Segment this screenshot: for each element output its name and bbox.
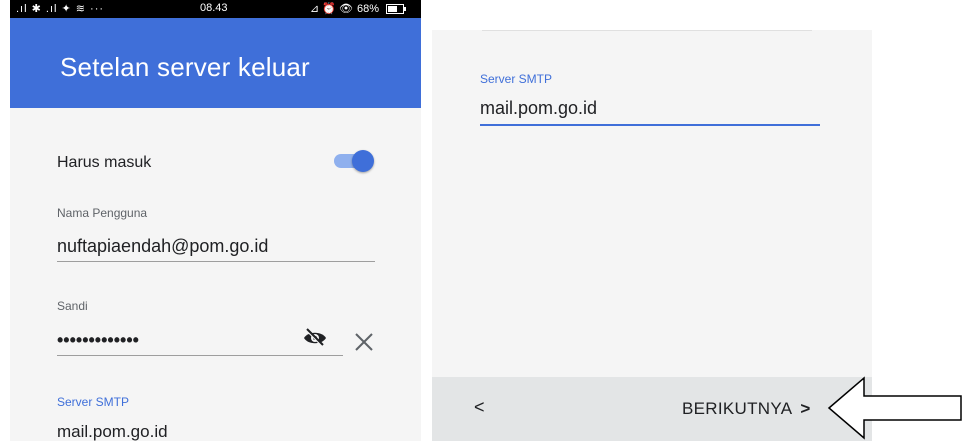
divider <box>482 30 812 31</box>
smtp-server-field[interactable]: mail.pom.go.id <box>57 422 168 441</box>
password-label: Sandi <box>57 299 88 313</box>
smtp-server-label: Server SMTP <box>57 395 130 409</box>
sign-in-required-row[interactable]: Harus masuk <box>10 140 421 180</box>
next-button[interactable]: BERIKUTNYA > <box>682 399 811 419</box>
status-right-indicators: ⊿ ⏰ 👁 68% <box>310 2 407 15</box>
username-label: Nama Pengguna <box>57 206 148 220</box>
back-button[interactable]: < <box>474 397 485 418</box>
bottom-navigation-bar: < BERIKUTNYA > <box>432 377 872 441</box>
toggle-thumb <box>352 150 374 172</box>
status-system-icons: ⊿ ⏰ 👁 <box>310 3 353 15</box>
close-icon[interactable] <box>353 331 375 353</box>
app-bar: Setelan server keluar <box>10 18 421 108</box>
smtp-server-label-right: Server SMTP <box>480 72 553 86</box>
sign-in-required-toggle[interactable] <box>332 150 374 172</box>
smtp-server-underline-right <box>480 124 820 126</box>
battery-icon <box>386 3 407 14</box>
battery-percent: 68% <box>357 2 380 15</box>
next-button-label: BERIKUTNYA <box>682 399 793 418</box>
password-underline <box>57 355 343 356</box>
chevron-right-icon: > <box>800 399 811 418</box>
page-title: Setelan server keluar <box>60 52 310 82</box>
eye-off-icon[interactable] <box>302 328 328 348</box>
callout-arrow-icon <box>827 376 962 440</box>
password-field[interactable]: ••••••••••••• <box>57 330 139 351</box>
status-time: 08.43 <box>200 2 228 14</box>
toggle-label: Harus masuk <box>57 154 152 171</box>
username-underline <box>57 261 375 262</box>
smtp-server-field-right[interactable]: mail.pom.go.id <box>480 98 597 119</box>
right-phone-screen: Server SMTP mail.pom.go.id < BERIKUTNYA > <box>432 30 872 441</box>
username-field[interactable]: nuftapiaendah@pom.go.id <box>57 236 268 257</box>
left-phone-screen: .ıl ✱ .ıl ✦ ≋ ··· 08.43 ⊿ ⏰ 👁 68% Setela… <box>10 0 421 441</box>
status-bar: .ıl ✱ .ıl ✦ ≋ ··· 08.43 ⊿ ⏰ 👁 68% <box>10 0 421 18</box>
status-signal-indicators: .ıl ✱ .ıl ✦ ≋ ··· <box>16 3 105 15</box>
